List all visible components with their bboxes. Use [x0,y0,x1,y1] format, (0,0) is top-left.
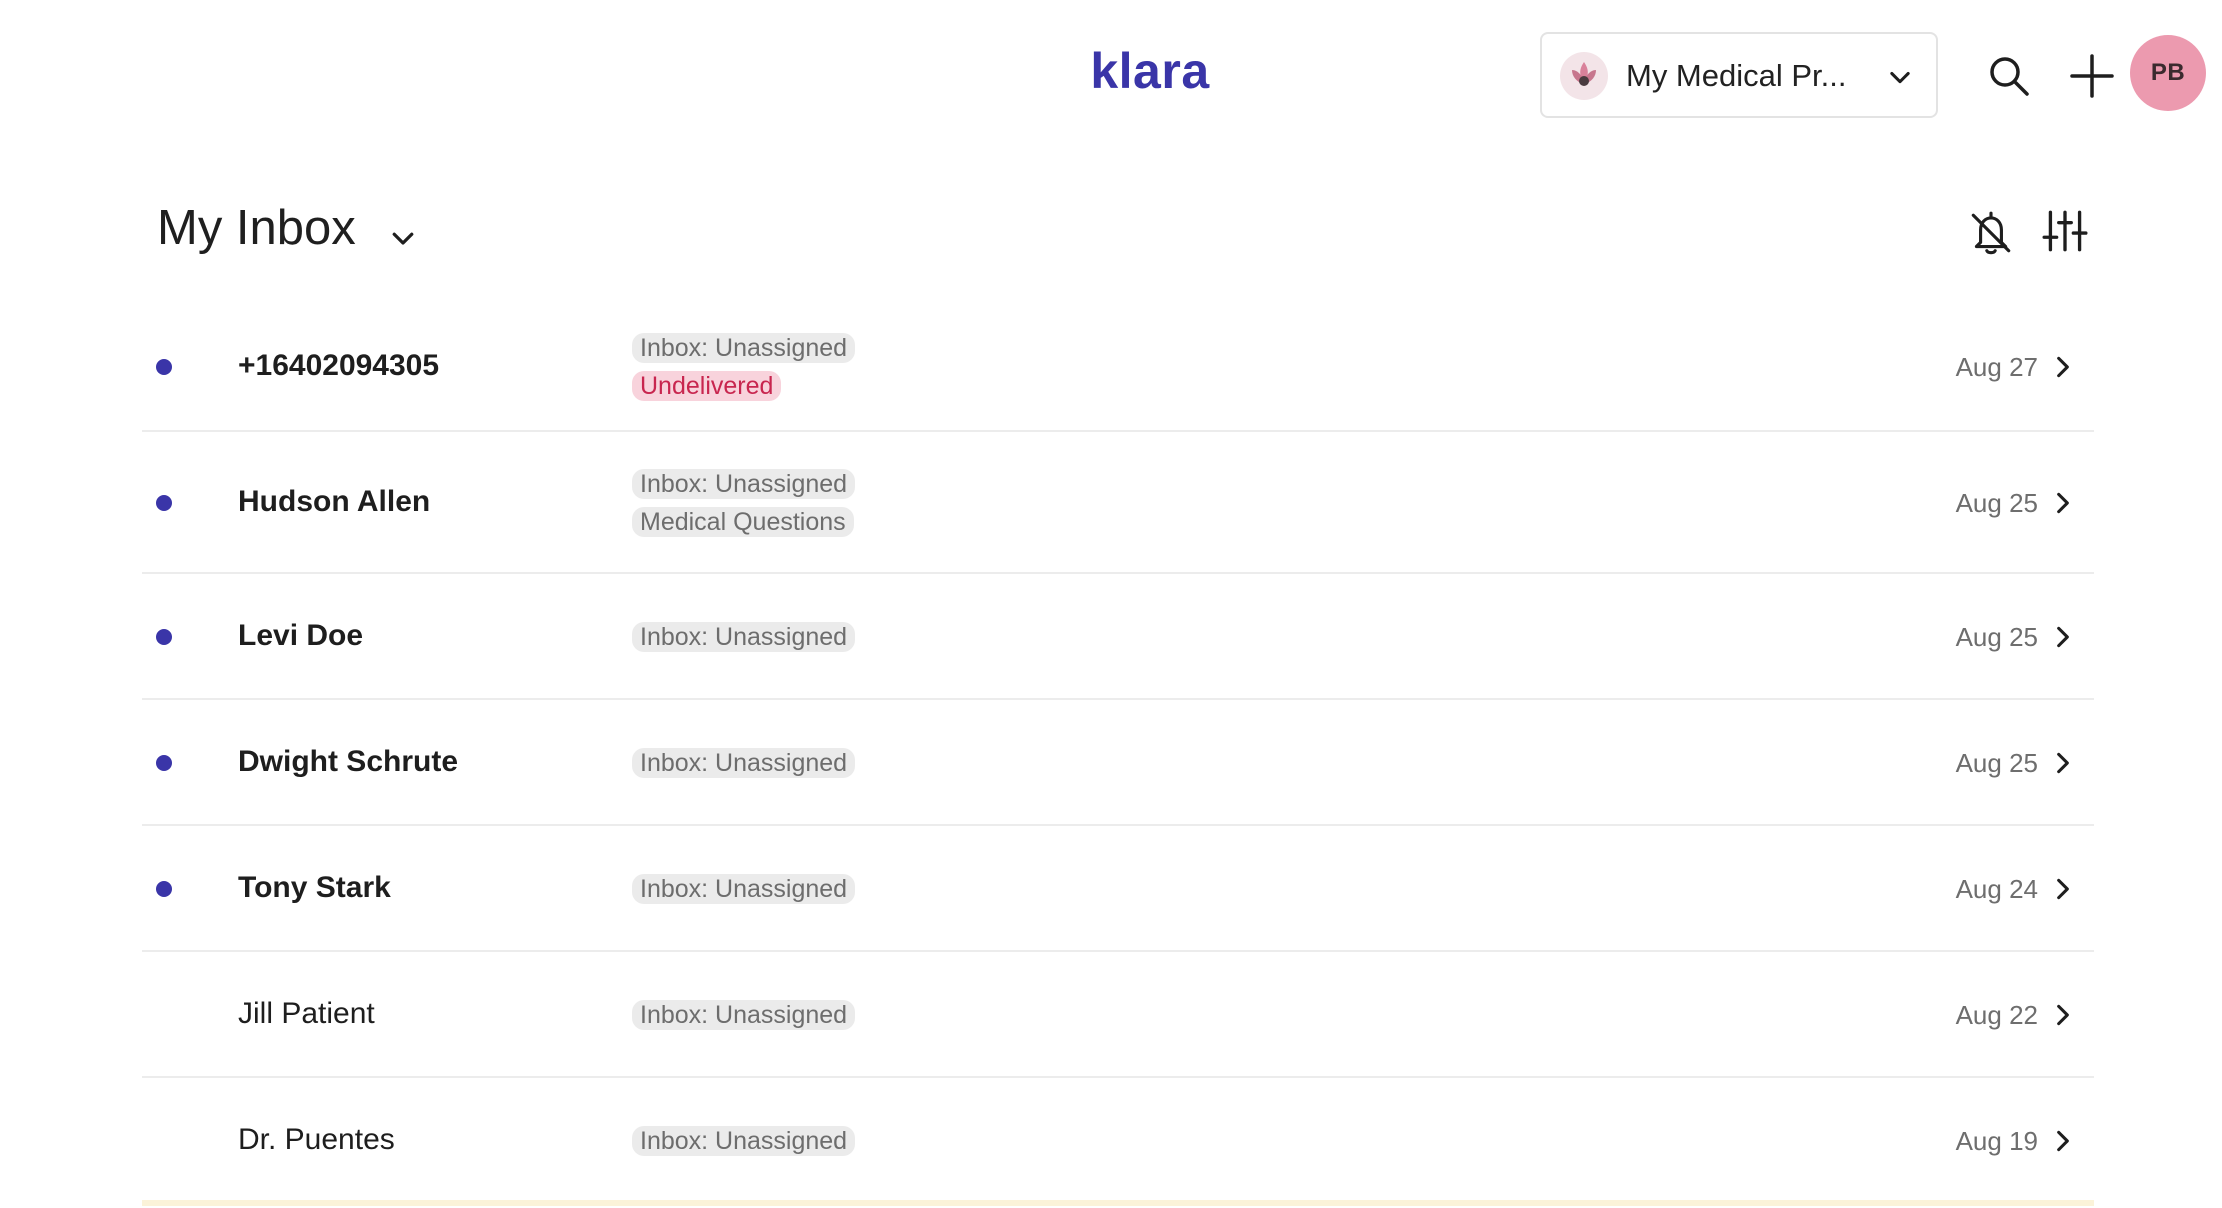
klara-logo[interactable]: klara [1060,42,1240,100]
chevron-right-icon[interactable] [2050,1128,2076,1154]
chevron-right-icon[interactable] [2050,354,2076,380]
tag-list: Inbox: Unassigned [632,622,856,652]
tag-badge: Medical Questions [632,507,854,537]
conversation-row[interactable]: Dwight Schrute Inbox: Unassigned Aug 25 [142,700,2094,826]
tag-badge: Inbox: Unassigned [632,622,856,652]
practice-logo-icon [1560,52,1608,100]
contact-name: +16402094305 [238,349,440,382]
conversation-row[interactable]: +16402094305 Inbox: Unassigned Undelivered… [142,302,2094,432]
message-date: Aug 25 [1955,748,2038,778]
contact-name: Dr. Puentes [238,1123,395,1156]
chevron-right-icon[interactable] [2050,624,2076,650]
contact-name: Tony Stark [238,871,391,904]
chevron-right-icon[interactable] [2050,1002,2076,1028]
tag-list: Inbox: Unassigned [632,1000,856,1030]
tag-badge: Inbox: Unassigned [632,333,856,363]
unread-dot [156,359,172,375]
message-date: Aug 27 [1955,352,2038,382]
message-date: Aug 22 [1955,1000,2038,1030]
message-date: Aug 25 [1955,488,2038,518]
sliders-icon[interactable] [2040,206,2090,256]
unread-dot [156,629,172,645]
unread-dot [156,881,172,897]
tag-badge: Inbox: Unassigned [632,748,856,778]
conversation-row[interactable]: Levi Doe Inbox: Unassigned Aug 25 [142,574,2094,700]
search-icon[interactable] [1985,52,2033,100]
top-header: klara My Medical Pr... PB [0,0,2222,150]
conversation-list: +16402094305 Inbox: Unassigned Undelivered… [142,302,2094,1204]
tag-list: Inbox: Unassigned [632,748,856,778]
practice-name: My Medical Pr... [1626,58,1847,93]
tag-badge: Inbox: Unassigned [632,1000,856,1030]
bell-off-icon[interactable] [1966,208,2016,258]
chevron-right-icon[interactable] [2050,490,2076,516]
conversation-row[interactable]: Dr. Puentes Inbox: Unassigned Aug 19 [142,1078,2094,1204]
message-date: Aug 24 [1955,874,2038,904]
status-badge: Undelivered [632,371,782,401]
tag-list: Inbox: Unassigned [632,1126,856,1156]
unread-dot [156,495,172,511]
tag-list: Inbox: Unassigned Undelivered [632,333,856,401]
plus-icon[interactable] [2068,52,2116,100]
list-bottom-bar [142,1200,2094,1206]
chevron-down-icon [1890,71,1910,84]
chevron-down-icon[interactable] [388,223,418,253]
tag-list: Inbox: Unassigned Medical Questions [632,469,856,537]
conversation-row[interactable]: Jill Patient Inbox: Unassigned Aug 22 [142,952,2094,1078]
contact-name: Jill Patient [238,997,375,1030]
chevron-right-icon[interactable] [2050,876,2076,902]
tag-badge: Inbox: Unassigned [632,469,856,499]
chevron-right-icon[interactable] [2050,750,2076,776]
page-title[interactable]: My Inbox [157,200,356,256]
message-date: Aug 25 [1955,622,2038,652]
contact-name: Hudson Allen [238,485,431,518]
conversation-row[interactable]: Hudson Allen Inbox: Unassigned Medical Que… [142,432,2094,574]
contact-name: Levi Doe [238,619,364,652]
message-date: Aug 19 [1955,1126,2038,1156]
contact-name: Dwight Schrute [238,745,459,778]
practice-selector[interactable]: My Medical Pr... [1540,32,1938,118]
conversation-row[interactable]: Tony Stark Inbox: Unassigned Aug 24 [142,826,2094,952]
tag-list: Inbox: Unassigned [632,874,856,904]
user-avatar[interactable]: PB [2130,35,2206,111]
tag-badge: Inbox: Unassigned [632,1126,856,1156]
unread-dot [156,755,172,771]
tag-badge: Inbox: Unassigned [632,874,856,904]
